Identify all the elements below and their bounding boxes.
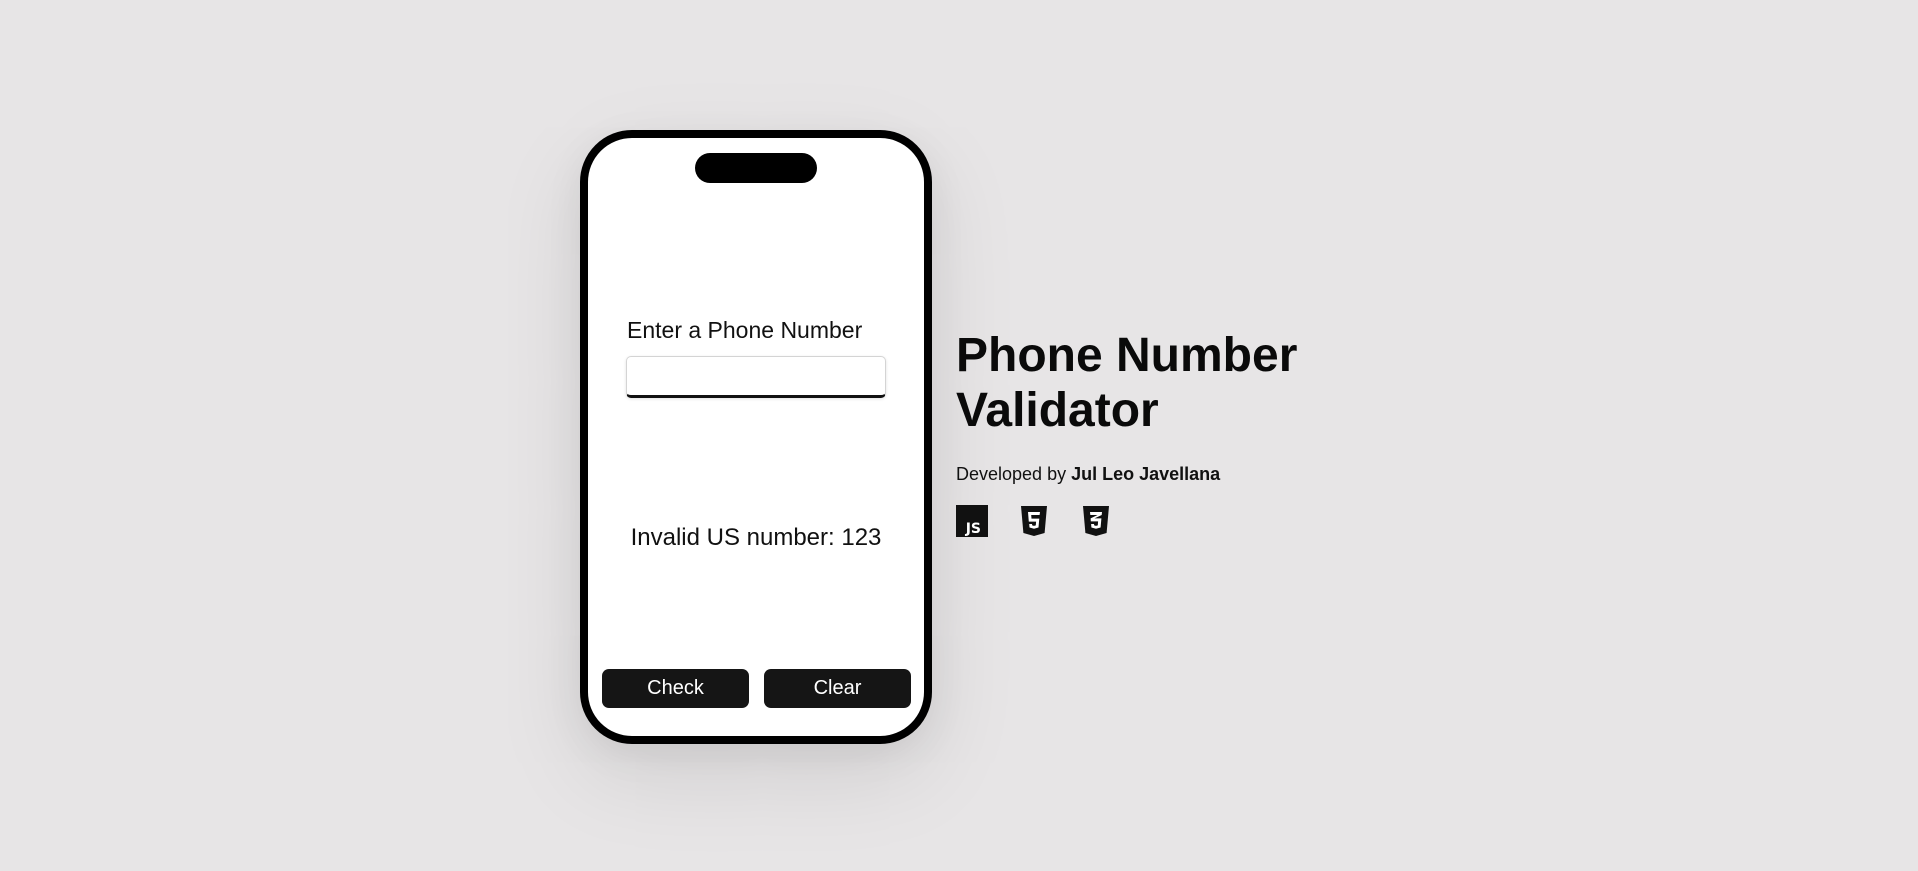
page: Enter a Phone Number Invalid US number: … (0, 0, 1918, 871)
html5-icon (1018, 505, 1050, 537)
phone-number-input[interactable] (626, 356, 886, 398)
tech-icons: JS (956, 505, 1316, 537)
phone-notch (695, 153, 817, 183)
javascript-icon: JS (956, 505, 988, 537)
css3-icon (1080, 505, 1112, 537)
phone-frame: Enter a Phone Number Invalid US number: … (580, 130, 932, 744)
credit-prefix: Developed by (956, 464, 1072, 484)
results-text: Invalid US number: 123 (630, 524, 882, 551)
clear-button[interactable]: Clear (764, 669, 911, 708)
page-title: Phone Number Validator (956, 329, 1298, 437)
info-panel: Phone Number Validator Developed by Jul … (956, 328, 1316, 537)
check-button[interactable]: Check (602, 669, 749, 708)
input-label: Enter a Phone Number (627, 317, 863, 343)
credit-line: Developed by Jul Leo Javellana (956, 464, 1316, 485)
svg-text:JS: JS (965, 521, 981, 537)
author-name: Jul Leo Javellana (1071, 464, 1221, 484)
